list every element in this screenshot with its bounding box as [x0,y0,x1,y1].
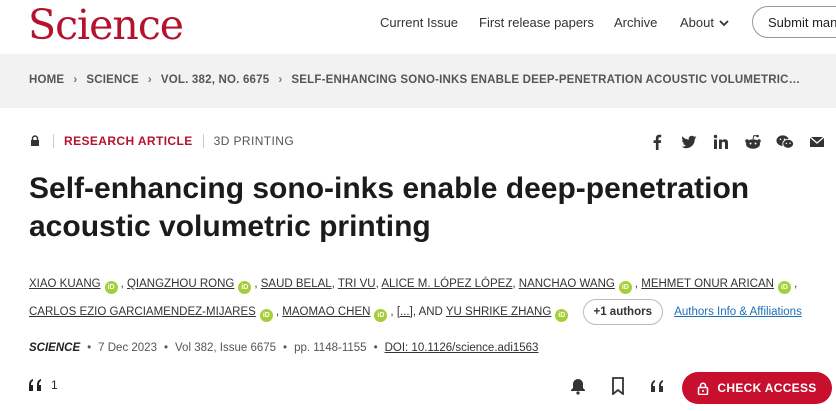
orcid-icon[interactable]: iD [777,281,791,294]
orcid-icon[interactable]: iD [104,281,118,294]
nav-about[interactable]: About [680,15,730,30]
email-icon[interactable] [808,133,826,151]
bookmark-icon[interactable] [608,376,628,396]
and-text: , AND [412,306,443,318]
author-link[interactable]: XIAO KUANG [29,278,101,290]
author-link[interactable]: QIANGZHOU RONG [127,278,234,290]
author-link[interactable]: SAUD BELAL [261,278,332,290]
doi-link[interactable]: DOI: 10.1126/science.adi1563 [385,342,539,354]
article-title-line-2: acoustic volumetric printing [29,210,431,243]
nav-archive[interactable]: Archive [614,15,657,30]
check-access-label: CHECK ACCESS [717,381,817,395]
separator: , [375,278,379,290]
breadcrumb: HOME › SCIENCE › VOL. 382, NO. 6675 › SE… [29,74,800,86]
separator: • [283,342,288,354]
authors-affiliations-link[interactable]: Authors Info & Affiliations [674,306,802,318]
publication-date: 7 Dec 2023 [98,342,157,354]
orcid-icon[interactable]: iD [374,309,388,322]
separator: , [793,278,798,290]
submit-manuscript-button[interactable]: Submit man [752,6,836,38]
bell-icon[interactable] [568,376,588,396]
expand-authors-link[interactable]: [...] [397,306,413,318]
chevron-right-icon: › [278,74,283,86]
separator: , [254,278,258,290]
orcid-icon[interactable]: iD [238,281,252,294]
lock-icon [31,135,39,146]
author-link[interactable]: ALICE M. LÓPEZ LÓPEZ [381,278,512,290]
citation-line: SCIENCE • 7 Dec 2023 • Vol 382, Issue 66… [29,342,538,354]
author-link[interactable]: MAOMAO CHEN [282,306,370,318]
article-subject[interactable]: 3D PRINTING [214,134,294,148]
article-title-line-1: Self-enhancing sono-inks enable deep-pen… [29,172,750,205]
breadcrumb-volume[interactable]: VOL. 382, NO. 6675 [161,74,269,86]
separator: , [512,278,516,290]
nav-current-issue[interactable]: Current Issue [380,15,458,30]
breadcrumb-home[interactable]: HOME [29,74,64,86]
science-logo[interactable]: Science [28,2,184,48]
breadcrumb-current: SELF-ENHANCING SONO-INKS ENABLE DEEP-PEN… [291,74,801,86]
separator: , [634,278,639,290]
journal-name: SCIENCE [29,342,81,354]
article-meta: RESEARCH ARTICLE 3D PRINTING [29,134,294,148]
article-toolbar: 1 CHECK ACCESS [0,364,836,411]
lock-icon [698,381,709,395]
separator: • [87,342,92,354]
page-range: pp. 1148-1155 [294,342,367,354]
quote-icon [29,379,41,391]
wechat-icon[interactable] [776,133,794,151]
cite-icon[interactable] [648,376,668,396]
author-link[interactable]: YU SHRIKE ZHANG [446,306,551,318]
facebook-icon[interactable] [648,133,666,151]
chevron-right-icon: › [147,74,152,86]
article-type: RESEARCH ARTICLE [64,134,193,148]
site-header: Science Current Issue First release pape… [0,0,836,54]
citations-count[interactable]: 1 [29,378,58,392]
share-bar [648,133,826,151]
divider [53,134,54,148]
chevron-right-icon: › [73,74,78,86]
twitter-icon[interactable] [680,133,698,151]
author-link[interactable]: MEHMET ONUR ARICAN [641,278,774,290]
separator: • [373,342,378,354]
more-authors-button[interactable]: +1 authors [582,298,663,325]
author-link[interactable]: CARLOS EZIO GARCIAMENDEZ-MIJARES [29,306,256,318]
breadcrumb-bar: HOME › SCIENCE › VOL. 382, NO. 6675 › SE… [0,54,836,108]
volume-issue: Vol 382, Issue 6675 [175,342,277,354]
reddit-icon[interactable] [744,133,762,151]
article-title: Self-enhancing sono-inks enable deep-pen… [29,170,809,246]
separator: , [331,278,335,290]
author-list: XIAO KUANG iD, QIANGZHOU RONG iD, SAUD BEL… [29,270,819,326]
author-link[interactable]: NANCHAO WANG [519,278,615,290]
author-link[interactable]: TRI VU [338,278,376,290]
orcid-icon[interactable]: iD [555,309,569,322]
separator: , [390,306,394,318]
nav-about-label: About [680,15,714,30]
separator: , [120,278,124,290]
nav-first-release-papers[interactable]: First release papers [479,15,594,30]
separator: , [275,306,280,318]
orcid-icon[interactable]: iD [259,309,273,322]
divider [202,134,204,148]
chevron-down-icon [719,19,729,26]
separator: • [163,342,169,354]
breadcrumb-science[interactable]: SCIENCE [86,74,139,86]
orcid-icon[interactable]: iD [618,281,632,294]
check-access-button[interactable]: CHECK ACCESS [682,372,832,404]
citations-number: 1 [51,378,58,392]
linkedin-icon[interactable] [712,133,730,151]
